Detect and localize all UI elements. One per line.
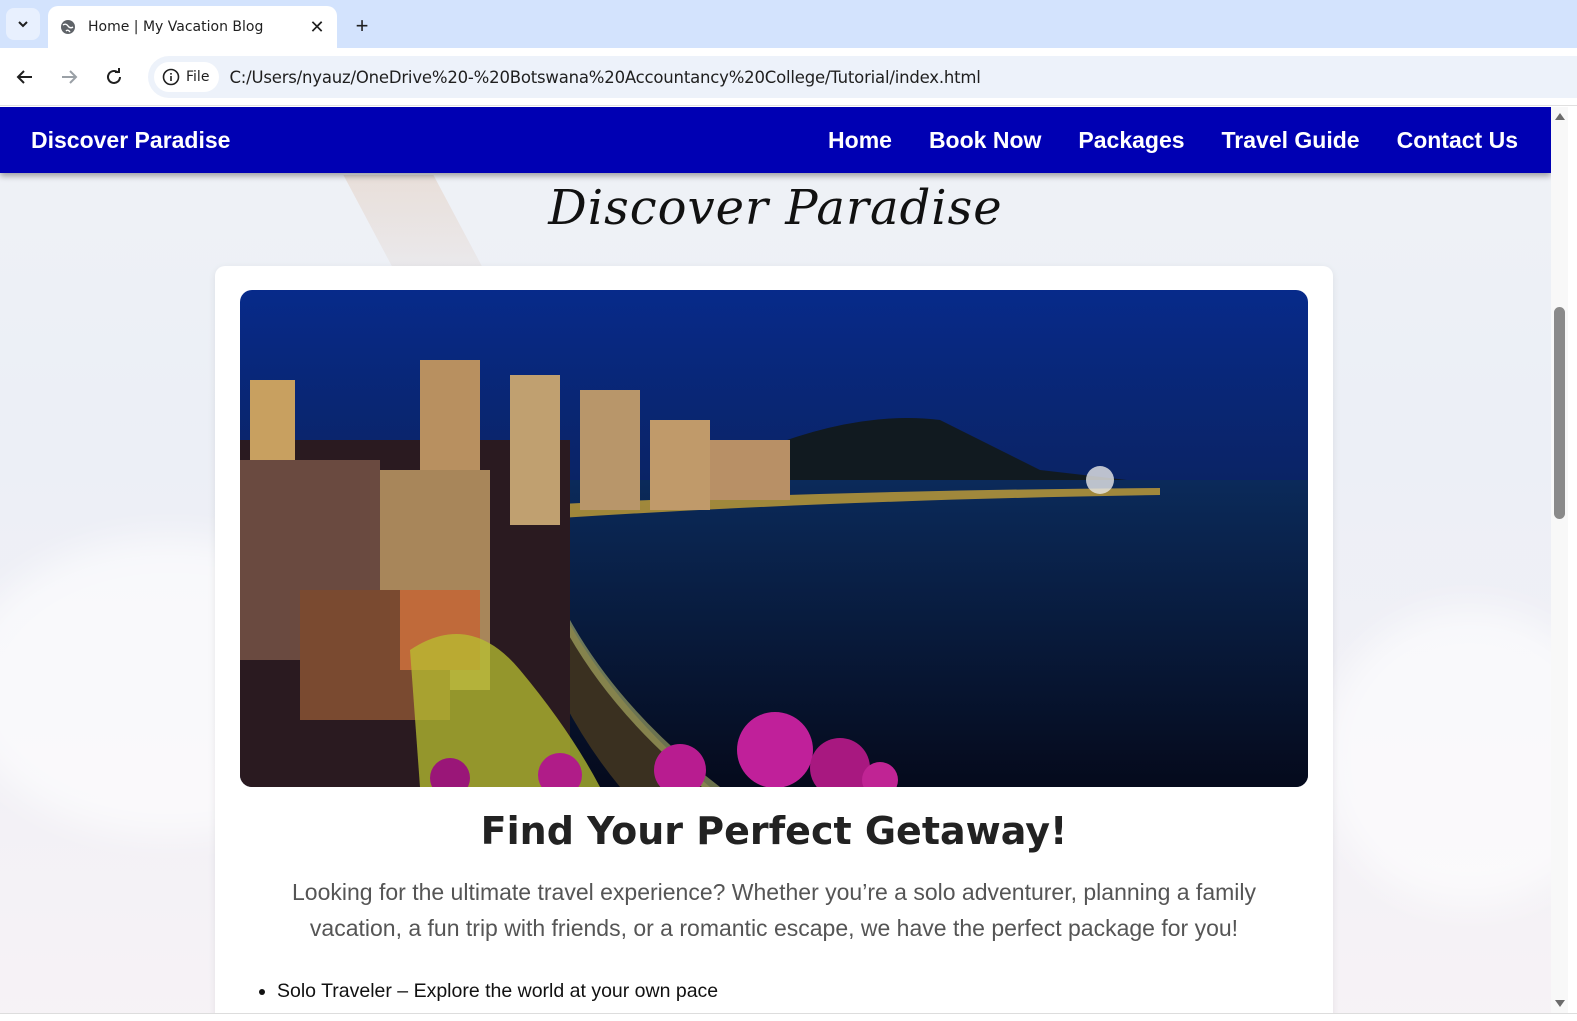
site-navbar: Discover Paradise Home Book Now Packages… (0, 107, 1551, 173)
chevron-down-icon (18, 21, 28, 28)
nav-links: Home Book Now Packages Travel Guide Cont… (791, 127, 1518, 154)
back-button[interactable] (9, 61, 41, 93)
bottom-edge (0, 1013, 1577, 1021)
close-tab-icon[interactable]: ✕ (305, 15, 329, 39)
nav-link-packages[interactable]: Packages (1078, 127, 1184, 154)
tab-list-button[interactable] (6, 8, 40, 40)
nav-link-contact-us[interactable]: Contact Us (1397, 127, 1518, 154)
site-info-chip[interactable]: File (154, 62, 220, 92)
page-title: Discover Paradise (548, 180, 1003, 236)
tab-title: Home | My Vacation Blog (88, 19, 264, 35)
vertical-scrollbar[interactable] (1551, 107, 1568, 1013)
nav-link-travel-guide[interactable]: Travel Guide (1222, 127, 1360, 154)
page-viewport: Discover Paradise Home Book Now Packages… (0, 107, 1551, 1013)
globe-icon (61, 20, 75, 34)
scroll-up-icon[interactable] (1555, 113, 1565, 120)
package-list: Solo Traveler – Explore the world at you… (277, 980, 718, 1008)
forward-arrow-icon (62, 70, 78, 84)
card-heading: Find Your Perfect Getaway! (480, 809, 1068, 853)
background-cloud (1320, 607, 1551, 907)
reload-button[interactable] (98, 61, 130, 93)
scrollbar-thumb[interactable] (1554, 307, 1565, 519)
browser-tab[interactable]: Home | My Vacation Blog ✕ (48, 6, 337, 48)
nav-link-home[interactable]: Home (828, 127, 892, 154)
intro-text: Looking for the ultimate travel experien… (292, 879, 1256, 941)
site-brand[interactable]: Discover Paradise (31, 127, 230, 154)
address-bar[interactable]: File C:/Users/nyauz/OneDrive%20-%20Botsw… (148, 56, 1577, 98)
back-arrow-icon (16, 70, 32, 84)
reload-icon (107, 68, 121, 84)
chip-label: File (186, 69, 210, 85)
new-tab-button[interactable]: + (348, 12, 376, 40)
info-icon (162, 68, 180, 86)
nav-link-book-now[interactable]: Book Now (929, 127, 1041, 154)
scroll-down-icon[interactable] (1555, 1000, 1565, 1007)
list-item: Solo Traveler – Explore the world at you… (277, 980, 718, 1004)
hero-image (240, 290, 1308, 787)
url-text[interactable]: C:/Users/nyauz/OneDrive%20-%20Botswana%2… (229, 68, 980, 87)
forward-button[interactable] (53, 61, 85, 93)
tab-strip: Home | My Vacation Blog ✕ + (0, 0, 1577, 48)
content-card: Find Your Perfect Getaway! Looking for t… (215, 266, 1333, 1013)
browser-toolbar: File C:/Users/nyauz/OneDrive%20-%20Botsw… (0, 48, 1577, 106)
